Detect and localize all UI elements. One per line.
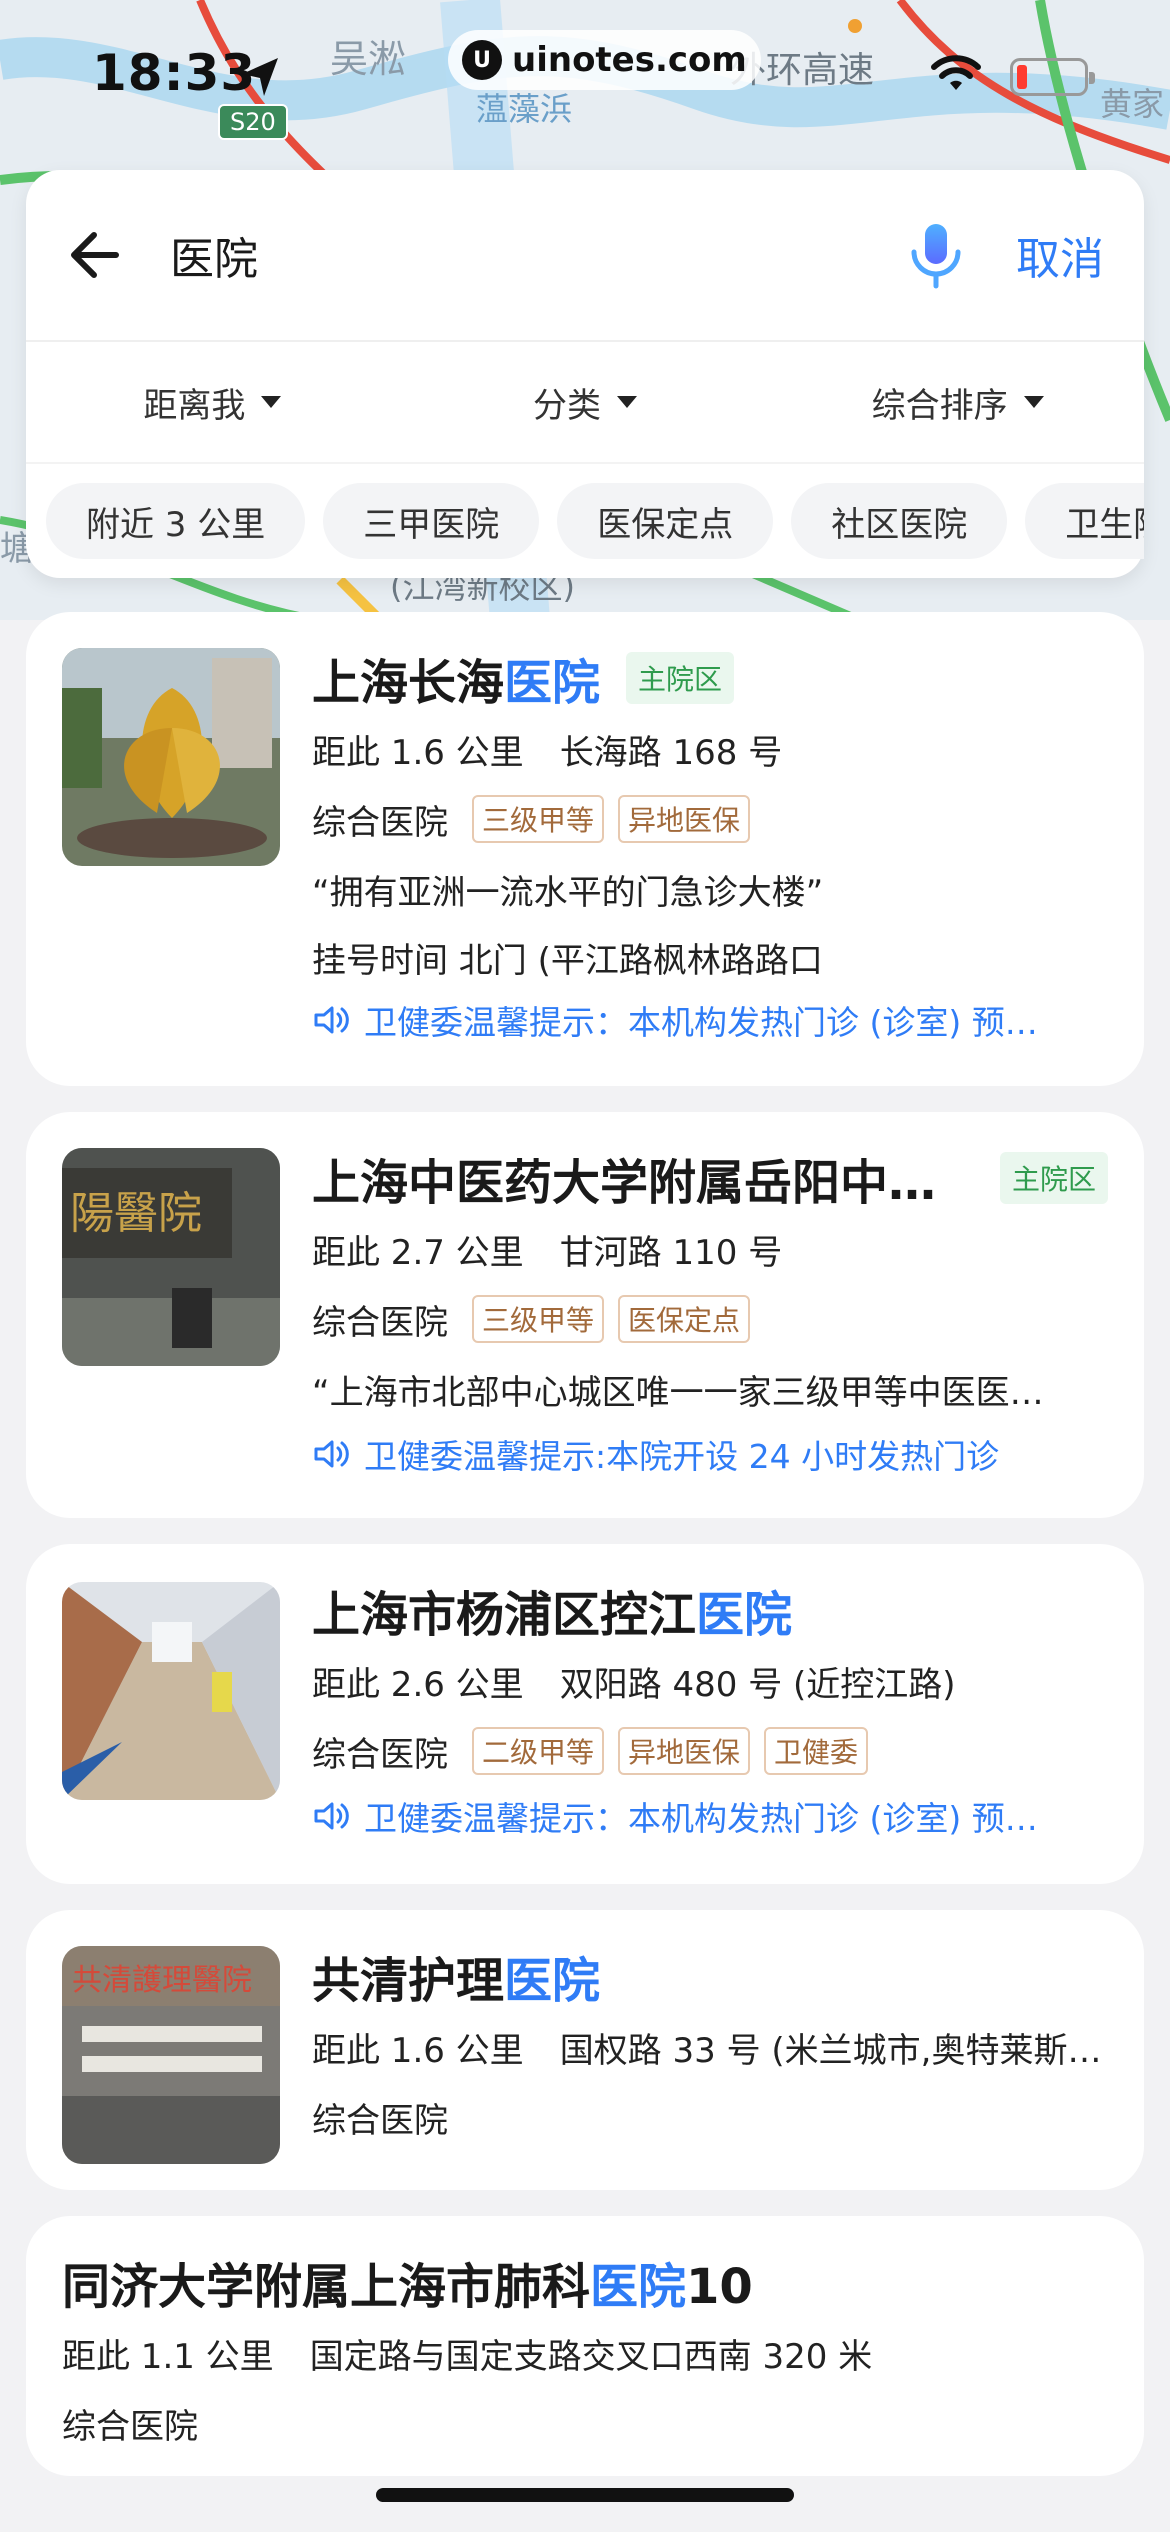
highway-badge: S20	[218, 104, 288, 140]
result-distance: 距此 2.7 公里	[312, 1232, 524, 1273]
speaker-icon	[314, 1440, 349, 1468]
result-category-row: 综合医院 三级甲等 异地医保	[312, 784, 1108, 854]
result-category-row: 综合医院 二级甲等 异地医保 卫健委	[312, 1716, 1108, 1786]
notice-text: 卫健委温馨提示：本机构发热门诊 (诊室) 预…	[364, 1799, 1038, 1838]
result-quote: “拥有亚洲一流水平的门急诊大楼”	[312, 872, 824, 913]
svg-text:共清護理醫院: 共清護理醫院	[72, 1963, 252, 1998]
status-time: 18:33	[92, 44, 257, 102]
result-notice[interactable]: 卫健委温馨提示：本机构发热门诊 (诊室) 预…	[312, 990, 1108, 1050]
search-input[interactable]: 医院	[170, 223, 906, 287]
filter-bar: 距离我 分类 综合排序	[26, 342, 1144, 462]
result-distance: 距此 2.6 公里	[312, 1664, 524, 1705]
result-category: 综合医院	[62, 2406, 198, 2447]
chip-community[interactable]: 社区医院	[791, 483, 1008, 559]
search-bar: 医院 取消	[26, 170, 1144, 340]
result-hours: 挂号时间 北门 (平江路枫林路路口	[312, 940, 823, 981]
microphone-icon[interactable]	[906, 220, 966, 290]
result-location: 距此 1.6 公里 长海路 168 号	[312, 714, 1108, 784]
result-card[interactable]: 上海市杨浦区控江医院 距此 2.6 公里 双阳路 480 号 (近控江路) 综合…	[26, 1544, 1144, 1884]
result-address: 长海路 168 号	[559, 732, 783, 773]
result-category: 综合医院	[312, 1302, 448, 1343]
grade-tag: 三级甲等	[472, 795, 605, 843]
result-address: 甘河路 110 号	[559, 1232, 783, 1273]
watermark: U uinotes.com	[448, 30, 761, 90]
result-card[interactable]: 陽醫院 上海中医药大学附属岳阳中… 主院区 距此 2.7 公里 甘河路 110 …	[26, 1112, 1144, 1518]
result-title: 上海市杨浦区控江医院	[312, 1587, 793, 1643]
result-category: 综合医院	[312, 2100, 448, 2141]
result-distance: 距此 1.6 公里	[312, 732, 524, 773]
insurance-tag: 医保定点	[618, 1295, 751, 1343]
result-address: 国权路 33 号 (米兰城市,奥特莱斯…	[559, 2030, 1102, 2071]
branch-badge: 主院区	[626, 652, 735, 704]
notice-text: 卫健委温馨提示：本机构发热门诊 (诊室) 预…	[364, 1003, 1038, 1042]
caret-down-icon	[1023, 396, 1044, 408]
filter-label: 分类	[533, 385, 601, 426]
speaker-icon	[314, 1006, 349, 1034]
result-thumbnail	[62, 648, 280, 866]
result-location: 距此 1.1 公里 国定路与国定支路交叉口西南 320 米	[62, 2318, 1108, 2388]
result-card[interactable]: 共清護理醫院 共清护理医院 距此 1.6 公里 国权路 33 号 (米兰城市,奥…	[26, 1910, 1144, 2190]
result-location: 距此 2.6 公里 双阳路 480 号 (近控江路)	[312, 1646, 1108, 1716]
result-category-row: 综合医院	[62, 2388, 1108, 2458]
watermark-text: uinotes.com	[512, 40, 747, 80]
battery-icon	[1010, 58, 1095, 96]
result-distance: 距此 1.6 公里	[312, 2030, 524, 2071]
home-indicator[interactable]	[376, 2488, 794, 2502]
result-distance: 距此 1.1 公里	[62, 2336, 274, 2377]
result-title: 上海中医药大学附属岳阳中…	[312, 1155, 937, 1211]
filter-label: 综合排序	[871, 385, 1008, 426]
caret-down-icon	[617, 396, 637, 408]
grade-tag: 二级甲等	[472, 1727, 605, 1775]
chip-insurance[interactable]: 医保定点	[557, 483, 774, 559]
filter-label: 距离我	[143, 385, 246, 426]
result-card[interactable]: 上海长海医院 主院区 距此 1.6 公里 长海路 168 号 综合医院 三级甲等…	[26, 612, 1144, 1086]
insurance-tag: 异地医保	[618, 1727, 751, 1775]
health-commission-tag: 卫健委	[764, 1727, 869, 1775]
chip-nearby-3km[interactable]: 附近 3 公里	[46, 483, 306, 559]
result-notice[interactable]: 卫健委温馨提示:本院开设 24 小时发热门诊	[312, 1424, 1108, 1484]
result-card[interactable]: 同济大学附属上海市肺科医院10 距此 1.1 公里 国定路与国定支路交叉口西南 …	[26, 2216, 1144, 2476]
branch-badge: 主院区	[999, 1152, 1108, 1204]
result-thumbnail: 共清護理醫院	[62, 1946, 280, 2164]
result-address: 国定路与国定支路交叉口西南 320 米	[309, 2336, 873, 2377]
result-category: 综合医院	[312, 1734, 448, 1775]
insurance-tag: 异地医保	[618, 795, 751, 843]
watermark-logo-icon: U	[462, 40, 502, 80]
result-thumbnail: 陽醫院	[62, 1148, 280, 1366]
cancel-button[interactable]: 取消	[1016, 223, 1104, 287]
search-panel: 医院 取消 距离我 分类 综合排序 附近 3 公里 三甲医院 医保定点 社区医院…	[26, 170, 1144, 578]
svg-text:陽醫院: 陽醫院	[70, 1188, 202, 1239]
result-notice[interactable]: 卫健委温馨提示：本机构发热门诊 (诊室) 预…	[312, 1786, 1108, 1846]
location-arrow-icon	[242, 58, 278, 96]
chip-health-center[interactable]: 卫生院	[1025, 483, 1144, 559]
quick-filter-chips: 附近 3 公里 三甲医院 医保定点 社区医院 卫生院	[26, 462, 1144, 578]
wifi-icon	[931, 55, 981, 90]
result-title: 上海长海医院	[312, 655, 601, 711]
result-location: 距此 1.6 公里 国权路 33 号 (米兰城市,奥特莱斯…	[312, 2012, 1108, 2082]
back-arrow-icon[interactable]	[66, 225, 126, 285]
result-title: 同济大学附属上海市肺科医院10	[62, 2259, 753, 2315]
result-category: 综合医院	[312, 802, 448, 843]
filter-distance[interactable]: 距离我	[26, 378, 399, 427]
result-category-row: 综合医院	[312, 2082, 1108, 2152]
result-category-row: 综合医院 三级甲等 医保定点	[312, 1284, 1108, 1354]
chip-tertiary-a[interactable]: 三甲医院	[323, 483, 540, 559]
result-location: 距此 2.7 公里 甘河路 110 号	[312, 1214, 1108, 1284]
caret-down-icon	[261, 396, 282, 408]
grade-tag: 三级甲等	[472, 1295, 605, 1343]
filter-category[interactable]: 分类	[399, 378, 772, 427]
result-thumbnail	[62, 1582, 280, 1800]
result-title: 共清护理医院	[312, 1953, 601, 2009]
filter-sort[interactable]: 综合排序	[771, 378, 1144, 427]
speaker-icon	[314, 1802, 349, 1830]
result-quote: “上海市北部中心城区唯一一家三级甲等中医医…	[312, 1372, 1044, 1413]
notice-text: 卫健委温馨提示:本院开设 24 小时发热门诊	[364, 1437, 1000, 1476]
status-bar: 18:33 S20 U uinotes.com	[0, 0, 1170, 150]
result-address: 双阳路 480 号 (近控江路)	[559, 1664, 956, 1705]
